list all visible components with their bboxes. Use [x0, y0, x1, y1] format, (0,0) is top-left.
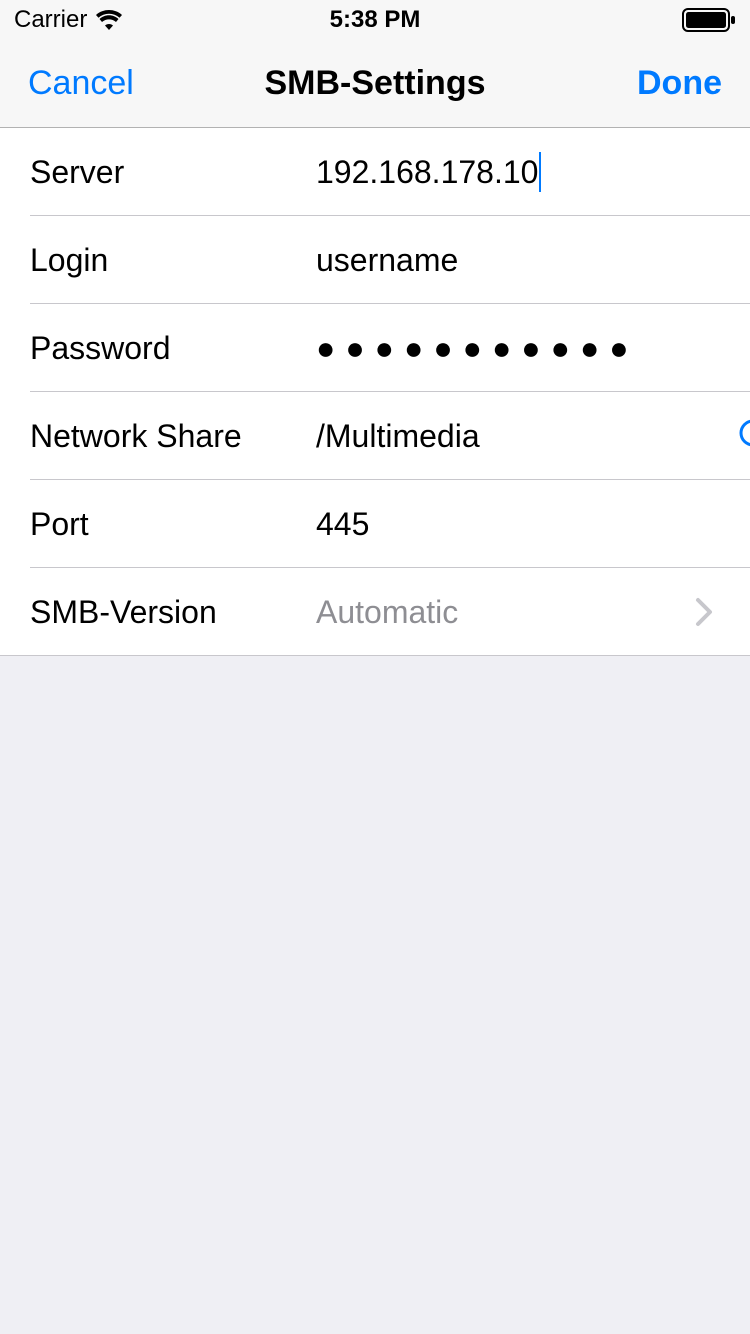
status-right	[682, 8, 736, 32]
text-cursor	[539, 152, 541, 192]
server-value: 192.168.178.10	[316, 154, 538, 191]
network-share-row[interactable]: Network Share	[0, 392, 750, 480]
network-share-label: Network Share	[30, 418, 316, 455]
battery-icon	[682, 8, 736, 32]
smb-version-label: SMB-Version	[30, 594, 316, 631]
smb-version-row[interactable]: SMB-Version Automatic	[0, 568, 750, 656]
port-row[interactable]: Port	[0, 480, 750, 568]
port-label: Port	[30, 506, 316, 543]
status-bar: Carrier 5:38 PM	[0, 0, 750, 40]
password-input[interactable]: ●●●●●●●●●●●	[316, 330, 639, 367]
nav-title: SMB-Settings	[265, 64, 486, 103]
cancel-button[interactable]: Cancel	[28, 64, 134, 103]
wifi-icon	[95, 10, 123, 30]
port-input[interactable]	[316, 506, 736, 543]
chevron-right-icon	[692, 600, 716, 624]
login-label: Login	[30, 242, 316, 279]
password-row[interactable]: Password ●●●●●●●●●●●	[0, 304, 750, 392]
smb-version-value: Automatic	[316, 594, 692, 631]
server-label: Server	[30, 154, 316, 191]
login-input[interactable]	[316, 242, 736, 279]
server-row[interactable]: Server 192.168.178.10	[0, 128, 750, 216]
login-row[interactable]: Login	[0, 216, 750, 304]
password-label: Password	[30, 330, 316, 367]
status-time: 5:38 PM	[330, 6, 421, 34]
network-share-input[interactable]	[316, 418, 736, 455]
form-section: Server 192.168.178.10 Login Password ●●●…	[0, 128, 750, 656]
done-button[interactable]: Done	[637, 64, 722, 103]
carrier-label: Carrier	[14, 6, 87, 34]
server-input[interactable]: 192.168.178.10	[316, 152, 720, 192]
status-left: Carrier	[14, 6, 123, 34]
search-icon[interactable]	[736, 412, 750, 460]
nav-bar: Cancel SMB-Settings Done	[0, 40, 750, 128]
